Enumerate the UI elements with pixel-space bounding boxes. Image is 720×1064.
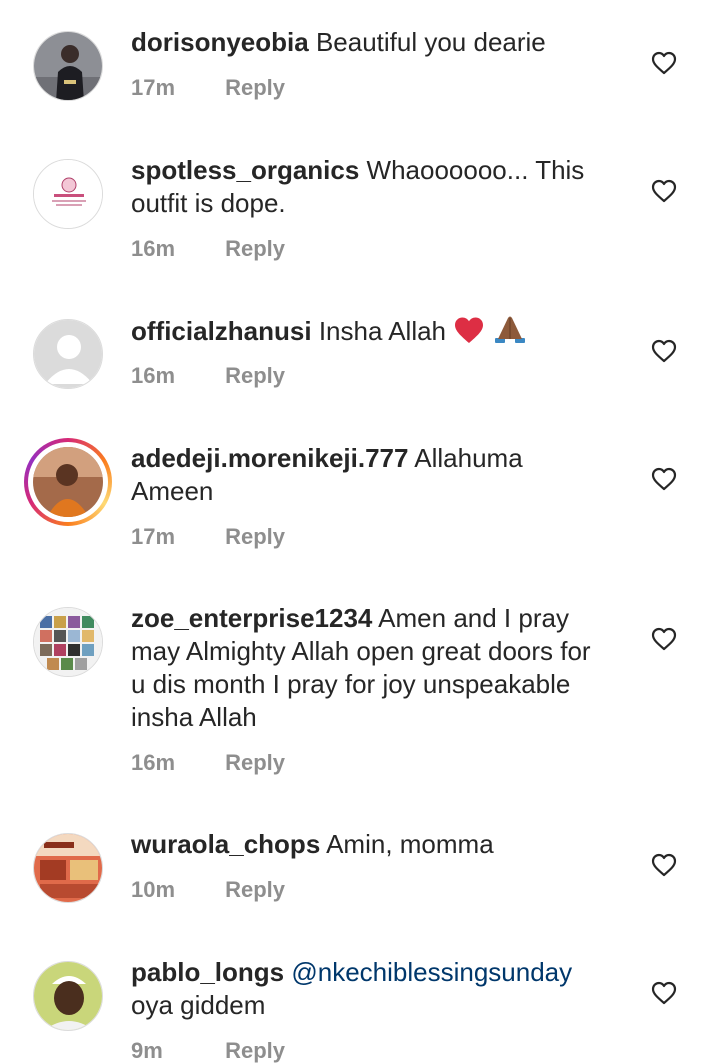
heart-icon[interactable] bbox=[651, 51, 677, 75]
profile-photo bbox=[34, 834, 102, 902]
comment-timestamp: 16m bbox=[131, 750, 176, 775]
reply-button[interactable]: Reply bbox=[225, 75, 285, 101]
profile-photo bbox=[34, 160, 102, 228]
folded-hands-emoji bbox=[493, 314, 527, 352]
reply-button[interactable]: Reply bbox=[225, 363, 285, 389]
profile-photo bbox=[34, 32, 102, 100]
comment-username[interactable]: spotless_organics bbox=[131, 155, 359, 185]
comment-mention[interactable]: @nkechiblessingsunday bbox=[291, 957, 572, 987]
reply-button[interactable]: Reply bbox=[225, 236, 285, 262]
comment-timestamp: 10m bbox=[131, 877, 176, 902]
avatar[interactable] bbox=[33, 159, 103, 229]
comment-timestamp: 9m bbox=[131, 1038, 163, 1063]
red-heart-emoji bbox=[453, 316, 485, 352]
heart-icon[interactable] bbox=[651, 339, 677, 363]
comment-username[interactable]: zoe_enterprise1234 bbox=[131, 603, 372, 633]
reply-button[interactable]: Reply bbox=[225, 750, 285, 776]
avatar[interactable] bbox=[24, 438, 112, 526]
default-avatar-icon bbox=[34, 320, 102, 388]
comment-timestamp: 17m bbox=[131, 524, 176, 549]
comment-timestamp: 16m bbox=[131, 236, 176, 261]
avatar[interactable] bbox=[33, 833, 103, 903]
reply-button[interactable]: Reply bbox=[225, 1038, 285, 1064]
avatar[interactable] bbox=[33, 961, 103, 1031]
heart-icon[interactable] bbox=[651, 981, 677, 1005]
comment-text: oya giddem bbox=[131, 990, 266, 1020]
avatar[interactable] bbox=[33, 319, 103, 389]
profile-photo bbox=[33, 447, 103, 517]
heart-icon[interactable] bbox=[651, 853, 677, 877]
comment-username[interactable]: officialzhanusi bbox=[131, 316, 312, 346]
heart-icon[interactable] bbox=[651, 627, 677, 651]
reply-button[interactable]: Reply bbox=[225, 877, 285, 903]
comment-username[interactable]: wuraola_chops bbox=[131, 829, 320, 859]
comment-text: Beautiful you dearie bbox=[315, 27, 546, 57]
comment-username[interactable]: adedeji.morenikeji.777 bbox=[131, 443, 408, 473]
comment-text: Amin, momma bbox=[326, 829, 494, 859]
comment-timestamp: 17m bbox=[131, 75, 176, 100]
profile-photo bbox=[34, 962, 102, 1030]
comment-timestamp: 16m bbox=[131, 363, 176, 388]
profile-photo bbox=[34, 608, 102, 676]
avatar[interactable] bbox=[33, 607, 103, 677]
avatar[interactable] bbox=[33, 31, 103, 101]
comment-username[interactable]: pablo_longs bbox=[131, 957, 284, 987]
comment-username[interactable]: dorisonyeobia bbox=[131, 27, 309, 57]
reply-button[interactable]: Reply bbox=[225, 524, 285, 550]
heart-icon[interactable] bbox=[651, 467, 677, 491]
comment-text: Insha Allah bbox=[318, 316, 447, 346]
heart-icon[interactable] bbox=[651, 179, 677, 203]
